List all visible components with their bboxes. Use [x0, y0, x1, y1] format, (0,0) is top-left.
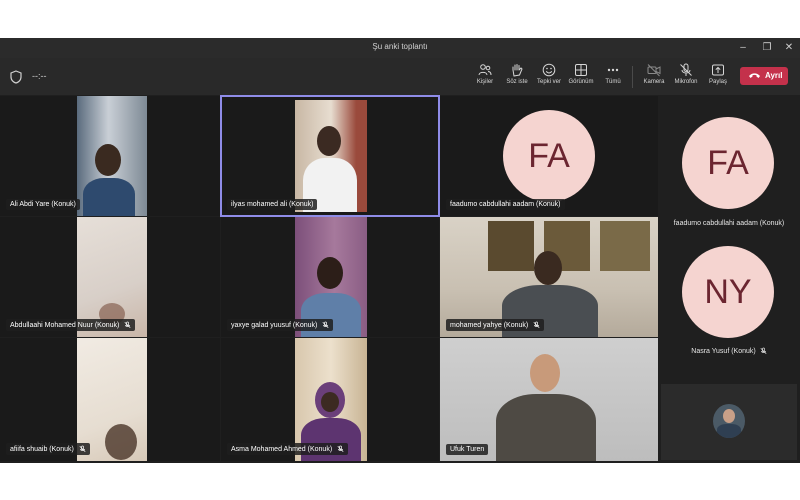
- participant-tile[interactable]: Asma Mohamed Ahmed (Konuk): [221, 338, 439, 461]
- muted-mic-icon: [322, 321, 329, 328]
- muted-mic-icon: [124, 321, 131, 328]
- mic-off-icon: [680, 63, 692, 76]
- close-window-button[interactable]: ✕: [782, 41, 796, 55]
- person-body: [496, 394, 596, 461]
- participant-tile[interactable]: yaxye galad yuusuf (Konuk): [221, 217, 439, 337]
- meeting-toolbar: --:-- Kişiler Söz iste Tepki ver Görünüm…: [0, 58, 800, 95]
- side-participant-panel: FA faadumo cabdullahi aadam (Konuk) NY N…: [659, 96, 800, 383]
- muted-mic-icon: [533, 321, 540, 328]
- share-button[interactable]: Paylaş: [698, 63, 738, 85]
- participant-name: ilyas mohamed ali (Konuk): [227, 199, 318, 210]
- participant-video: [295, 100, 367, 212]
- wall-picture: [600, 221, 650, 271]
- person-head: [534, 251, 562, 285]
- participant-name: Ali Abdi Yare (Konuk): [6, 199, 80, 210]
- person-body: [717, 424, 741, 438]
- participant-name: Abdullaahi Mohamed Nuur (Konuk): [6, 319, 136, 331]
- share-icon: [712, 64, 724, 76]
- raise-hand-icon: [512, 64, 523, 77]
- person-head: [530, 354, 560, 392]
- participant-tile[interactable]: afiifa shuaib (Konuk): [0, 338, 220, 461]
- participant-tile[interactable]: Ufuk Turen: [440, 338, 658, 461]
- minimize-button[interactable]: –: [736, 41, 750, 55]
- wall-picture: [488, 221, 534, 271]
- participant-tile[interactable]: Ali Abdi Yare (Konuk): [0, 96, 220, 216]
- smiley-icon: [542, 63, 556, 77]
- muted-mic-icon: [760, 347, 767, 354]
- side-participant-name: Nasra Yusuf (Konuk): [659, 347, 799, 355]
- muted-mic-icon: [337, 445, 344, 452]
- person-body: [83, 178, 135, 216]
- title-bar: Şu anki toplantı – ❐ ✕: [0, 38, 800, 58]
- muted-mic-icon: [79, 445, 86, 452]
- person-head: [105, 424, 137, 460]
- participant-name: mohamed yahye (Konuk): [446, 319, 545, 331]
- participant-tile[interactable]: mohamed yahye (Konuk): [440, 217, 658, 337]
- participant-name: Ufuk Turen: [446, 444, 489, 455]
- person-head: [317, 126, 341, 156]
- participant-tile[interactable]: Abdullaahi Mohamed Nuur (Konuk): [0, 217, 220, 337]
- avatar[interactable]: NY: [682, 246, 774, 338]
- participant-tile[interactable]: FA faadumo cabdullahi aadam (Konuk): [440, 96, 658, 216]
- self-view-tile[interactable]: [661, 384, 797, 460]
- avatar: FA: [503, 110, 595, 202]
- more-icon: [607, 68, 619, 72]
- participant-name: yaxye galad yuusuf (Konuk): [227, 319, 334, 331]
- leave-button[interactable]: Ayrıl: [740, 67, 788, 85]
- participant-video: [77, 96, 147, 216]
- people-icon: [478, 64, 492, 76]
- person-head: [723, 409, 735, 423]
- teams-meeting-window: Şu anki toplantı – ❐ ✕ --:-- Kişiler Söz…: [0, 38, 800, 463]
- participant-video: [440, 338, 658, 461]
- avatar[interactable]: FA: [682, 117, 774, 209]
- more-label: Tümü: [605, 79, 621, 85]
- hang-up-icon: [749, 73, 760, 78]
- grid-icon: [575, 64, 587, 76]
- side-participant-name: faadumo cabdullahi aadam (Konuk): [673, 220, 785, 227]
- self-video-thumbnail: [713, 404, 745, 438]
- meeting-timer: --:--: [32, 71, 47, 81]
- camera-off-icon: [647, 64, 661, 77]
- participant-name: Asma Mohamed Ahmed (Konuk): [227, 443, 349, 455]
- maximize-button[interactable]: ❐: [760, 41, 774, 55]
- participant-tile-active-speaker[interactable]: ilyas mohamed ali (Konuk): [220, 95, 440, 217]
- shield-icon[interactable]: [10, 70, 22, 84]
- window-title: Şu anki toplantı: [372, 42, 428, 51]
- share-label: Paylaş: [708, 79, 727, 85]
- person-head: [317, 257, 343, 289]
- person-face: [321, 392, 339, 412]
- toolbar-divider: [632, 66, 633, 88]
- person-head: [95, 144, 121, 176]
- participant-name: faadumo cabdullahi aadam (Konuk): [446, 199, 565, 210]
- leave-label: Ayrıl: [765, 71, 783, 80]
- participant-name: afiifa shuaib (Konuk): [6, 443, 90, 455]
- more-button[interactable]: Tümü: [593, 63, 633, 85]
